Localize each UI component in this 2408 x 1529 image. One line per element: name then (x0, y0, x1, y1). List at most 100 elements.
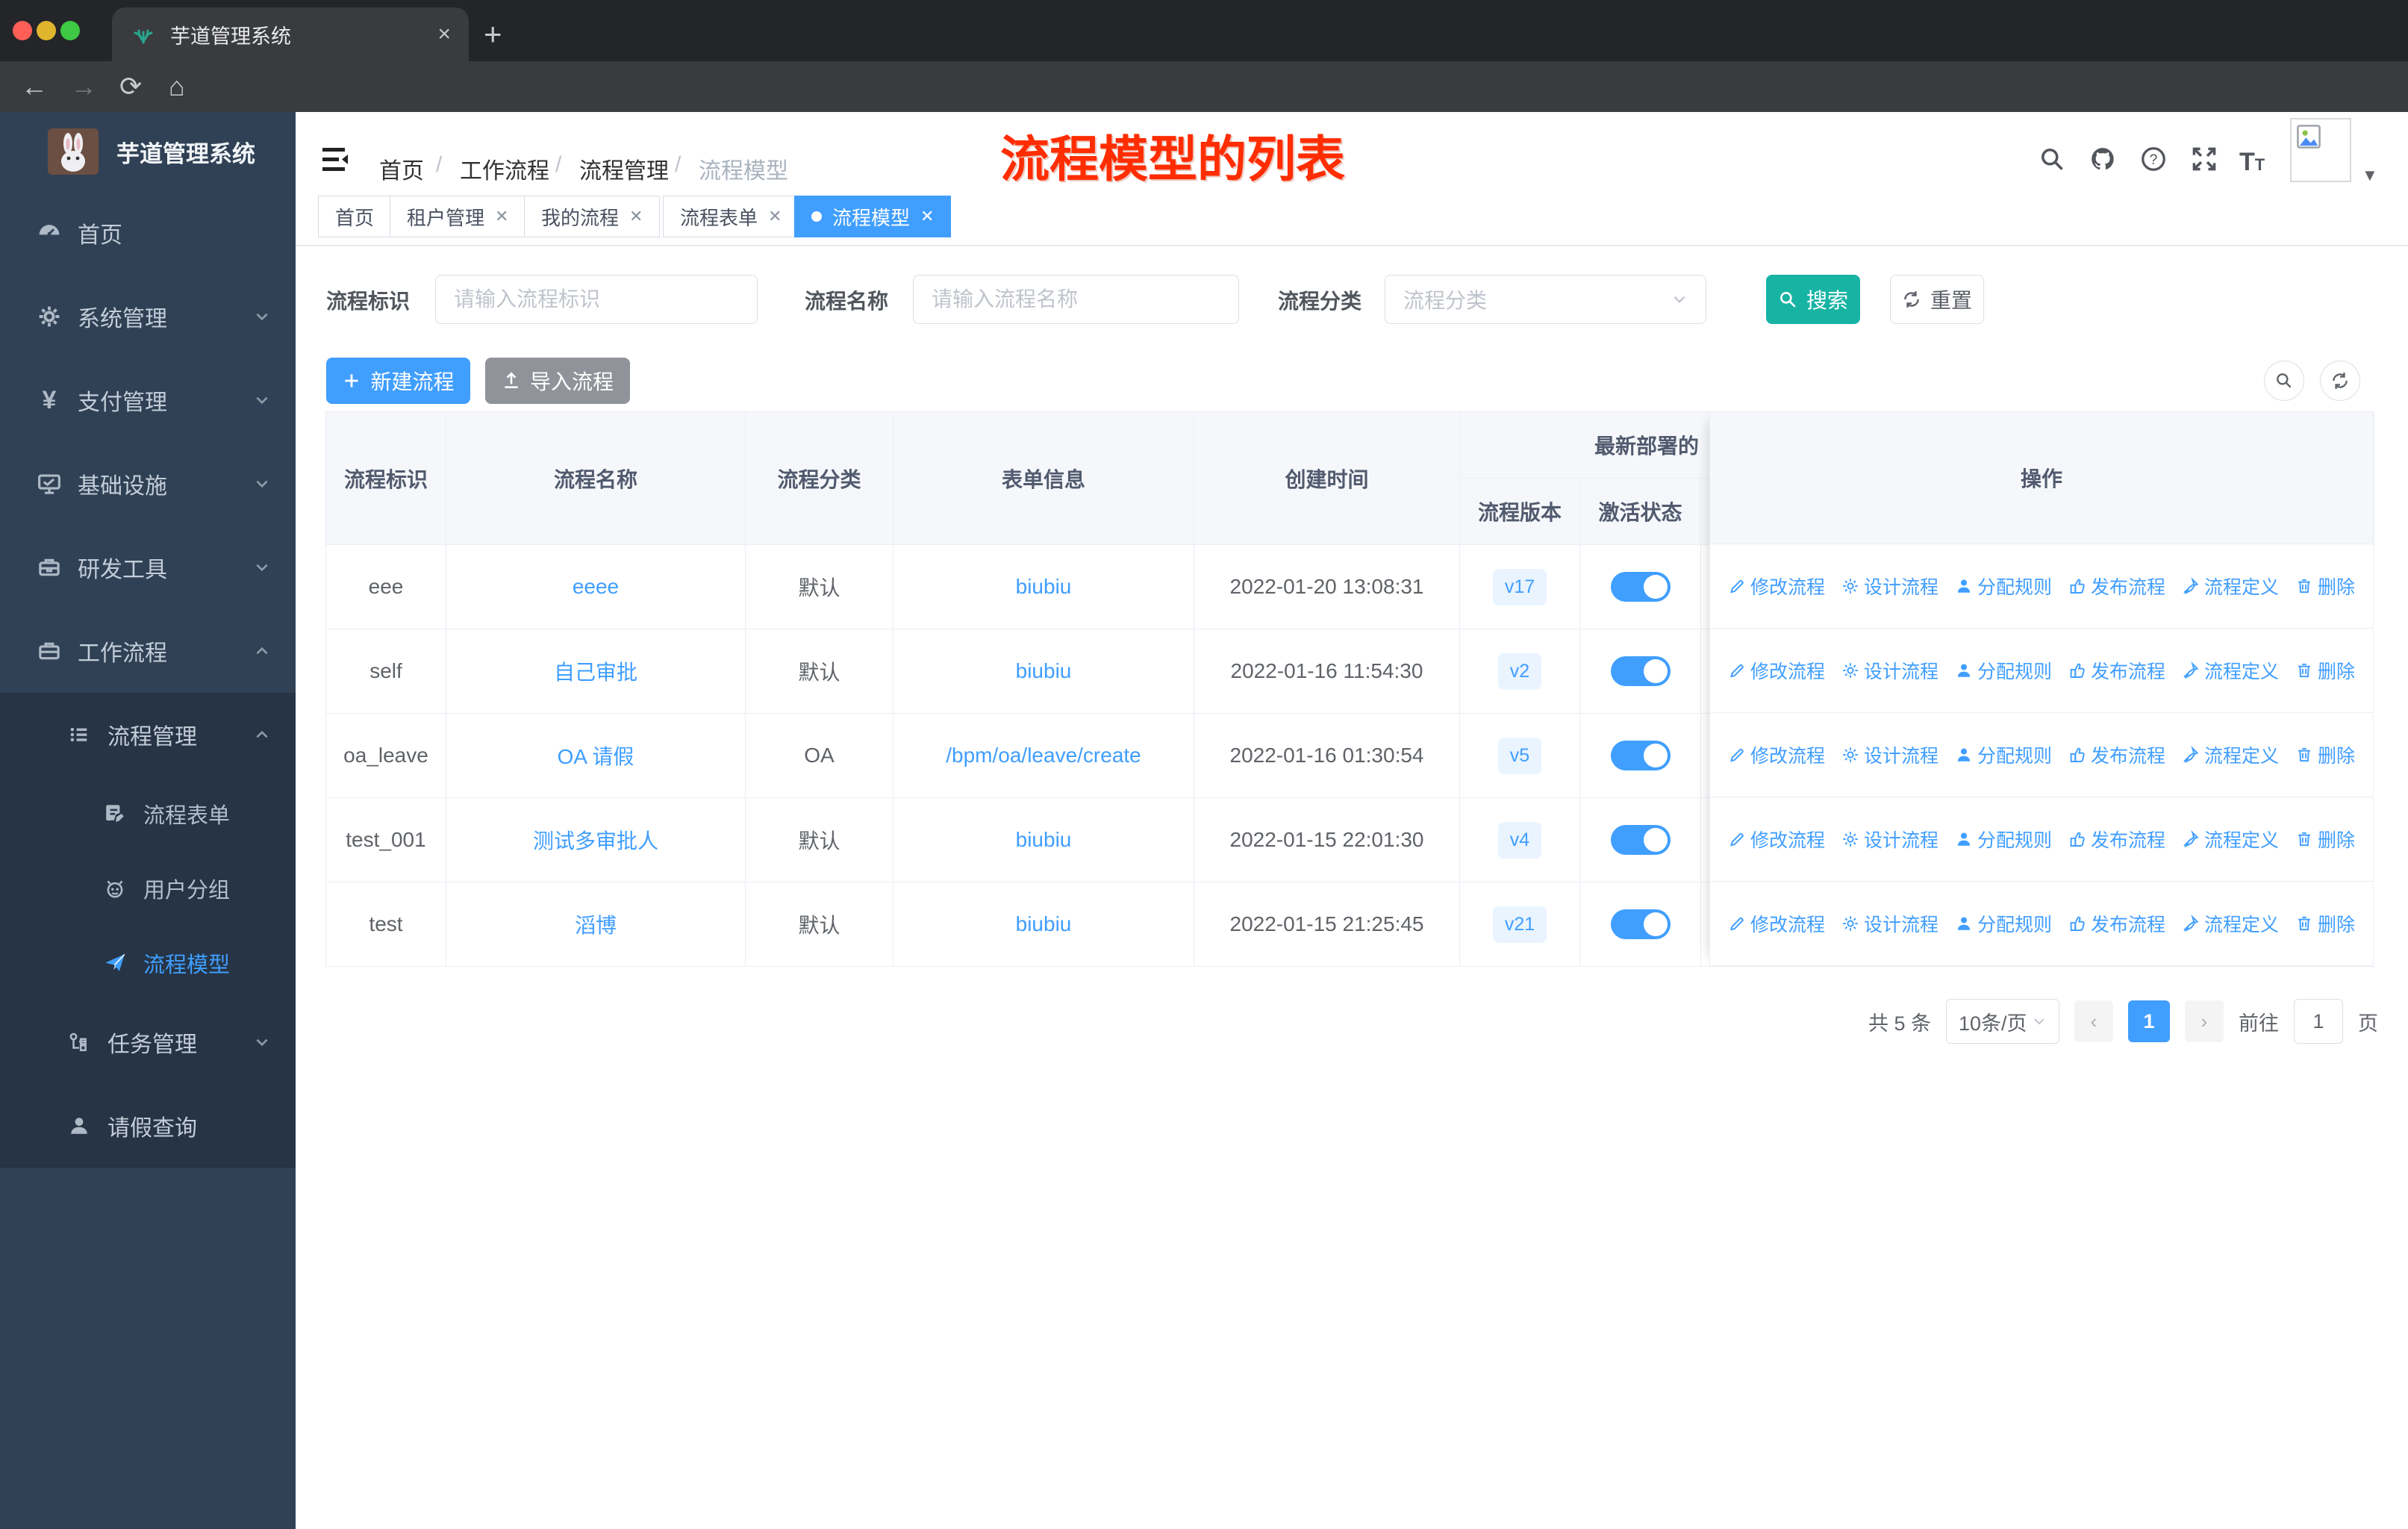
maximize-window-button[interactable] (60, 21, 80, 40)
form-info-link[interactable]: biubiu (1016, 575, 1072, 599)
publish-process-link[interactable]: 发布流程 (2068, 573, 2165, 600)
sidebar-item-process-mgmt[interactable]: 流程管理 (0, 693, 296, 776)
active-toggle[interactable] (1610, 825, 1671, 855)
delete-link[interactable]: 删除 (2295, 573, 2355, 600)
design-process-link[interactable]: 设计流程 (1841, 910, 1938, 937)
active-toggle[interactable] (1610, 741, 1671, 770)
home-icon[interactable]: ⌂ (169, 72, 185, 102)
sidebar-item-home[interactable]: 首页 (0, 191, 296, 275)
close-icon[interactable]: ✕ (920, 207, 934, 226)
page-size-select[interactable]: 10条/页 (1946, 999, 2059, 1044)
breadcrumb-home[interactable]: 首页 (379, 152, 424, 185)
design-process-link[interactable]: 设计流程 (1841, 657, 1938, 684)
assign-rule-link[interactable]: 分配规则 (1955, 573, 2052, 600)
form-info-link[interactable]: biubiu (1016, 828, 1072, 852)
modify-process-link[interactable]: 修改流程 (1728, 910, 1825, 937)
tag-tenant-mgmt[interactable]: 租户管理 ✕ (390, 196, 526, 237)
reset-button[interactable]: 重置 (1890, 275, 1984, 324)
publish-process-link[interactable]: 发布流程 (2068, 826, 2165, 853)
assign-rule-link[interactable]: 分配规则 (1955, 910, 2052, 937)
tag-home[interactable]: 首页 (318, 196, 392, 237)
form-info-link[interactable]: biubiu (1016, 659, 1072, 683)
version-badge[interactable]: v5 (1497, 737, 1542, 774)
search-button[interactable]: 搜索 (1766, 275, 1860, 324)
create-process-button[interactable]: 新建流程 (326, 358, 470, 404)
tag-process-form[interactable]: 流程表单 ✕ (663, 196, 799, 237)
process-definition-link[interactable]: 流程定义 (2182, 910, 2279, 937)
close-window-button[interactable] (13, 21, 32, 40)
assign-rule-link[interactable]: 分配规则 (1955, 657, 2052, 684)
table-search-toggle-button[interactable] (2264, 361, 2304, 401)
sidebar-item-system-mgmt[interactable]: 系统管理 (0, 275, 296, 358)
tab-close-icon[interactable]: × (437, 22, 451, 47)
process-category-select[interactable]: 流程分类 (1385, 275, 1706, 324)
process-id-input[interactable] (435, 275, 758, 324)
process-definition-link[interactable]: 流程定义 (2182, 826, 2279, 853)
publish-process-link[interactable]: 发布流程 (2068, 741, 2165, 768)
avatar-broken-image[interactable] (2290, 118, 2351, 182)
assign-rule-link[interactable]: 分配规则 (1955, 826, 2052, 853)
modify-process-link[interactable]: 修改流程 (1728, 741, 1825, 768)
next-page-button[interactable]: › (2185, 1000, 2224, 1042)
font-size-icon[interactable]: TT (2239, 148, 2265, 177)
process-name-link[interactable]: OA 请假 (558, 741, 634, 770)
breadcrumb-process-mgmt[interactable]: 流程管理 (579, 152, 669, 185)
design-process-link[interactable]: 设计流程 (1841, 741, 1938, 768)
process-name-link[interactable]: 滔博 (575, 909, 617, 939)
publish-process-link[interactable]: 发布流程 (2068, 657, 2165, 684)
table-refresh-button[interactable] (2320, 361, 2360, 401)
current-page[interactable]: 1 (2128, 1000, 2170, 1042)
version-badge[interactable]: v2 (1497, 653, 1542, 690)
active-toggle[interactable] (1610, 572, 1671, 602)
sidebar-item-task-mgmt[interactable]: 任务管理 (0, 1000, 296, 1084)
active-toggle[interactable] (1610, 909, 1671, 939)
version-badge[interactable]: v4 (1497, 821, 1542, 859)
sidebar-item-user-group[interactable]: 用户分组 (0, 851, 296, 926)
process-name-link[interactable]: eeee (573, 575, 619, 599)
sidebar-item-workflow[interactable]: 工作流程 (0, 609, 296, 693)
delete-link[interactable]: 删除 (2295, 741, 2355, 768)
tag-my-process[interactable]: 我的流程 ✕ (524, 196, 661, 237)
github-icon[interactable] (2089, 145, 2117, 173)
fullscreen-icon[interactable] (2190, 145, 2218, 173)
sidebar-item-infrastructure[interactable]: 基础设施 (0, 442, 296, 526)
process-name-input[interactable] (913, 275, 1239, 324)
sidebar-item-process-form[interactable]: 流程表单 (0, 776, 296, 851)
process-definition-link[interactable]: 流程定义 (2182, 741, 2279, 768)
tag-process-model[interactable]: 流程模型 ✕ (794, 196, 952, 237)
new-tab-button[interactable]: + (484, 16, 502, 52)
form-info-link[interactable]: biubiu (1016, 912, 1072, 936)
search-icon[interactable] (2038, 145, 2066, 173)
minimize-window-button[interactable] (37, 21, 56, 40)
collapse-sidebar-icon[interactable] (321, 145, 354, 175)
prev-page-button[interactable]: ‹ (2074, 1000, 2113, 1042)
publish-process-link[interactable]: 发布流程 (2068, 910, 2165, 937)
help-icon[interactable]: ? (2139, 145, 2168, 173)
design-process-link[interactable]: 设计流程 (1841, 826, 1938, 853)
modify-process-link[interactable]: 修改流程 (1728, 573, 1825, 600)
close-icon[interactable]: ✕ (495, 207, 508, 226)
sidebar-item-leave-query[interactable]: 请假查询 (0, 1084, 296, 1168)
reload-icon[interactable]: ⟳ (119, 72, 142, 102)
assign-rule-link[interactable]: 分配规则 (1955, 741, 2052, 768)
forward-icon[interactable]: → (70, 72, 97, 102)
process-name-link[interactable]: 测试多审批人 (533, 825, 658, 855)
breadcrumb-workflow[interactable]: 工作流程 (460, 152, 549, 185)
sidebar-item-payment-mgmt[interactable]: ¥ 支付管理 (0, 358, 296, 442)
back-icon[interactable]: ← (21, 72, 48, 102)
form-info-link[interactable]: /bpm/oa/leave/create (946, 744, 1141, 767)
version-badge[interactable]: v17 (1492, 568, 1547, 605)
active-toggle[interactable] (1610, 656, 1671, 686)
delete-link[interactable]: 删除 (2295, 657, 2355, 684)
delete-link[interactable]: 删除 (2295, 910, 2355, 937)
modify-process-link[interactable]: 修改流程 (1728, 657, 1825, 684)
design-process-link[interactable]: 设计流程 (1841, 573, 1938, 600)
close-icon[interactable]: ✕ (629, 207, 643, 226)
version-badge[interactable]: v21 (1492, 906, 1547, 943)
close-icon[interactable]: ✕ (768, 207, 782, 226)
avatar-caret-icon[interactable]: ▼ (2362, 166, 2378, 185)
import-process-button[interactable]: 导入流程 (485, 358, 630, 404)
goto-page-input[interactable] (2294, 999, 2343, 1044)
process-definition-link[interactable]: 流程定义 (2182, 657, 2279, 684)
delete-link[interactable]: 删除 (2295, 826, 2355, 853)
